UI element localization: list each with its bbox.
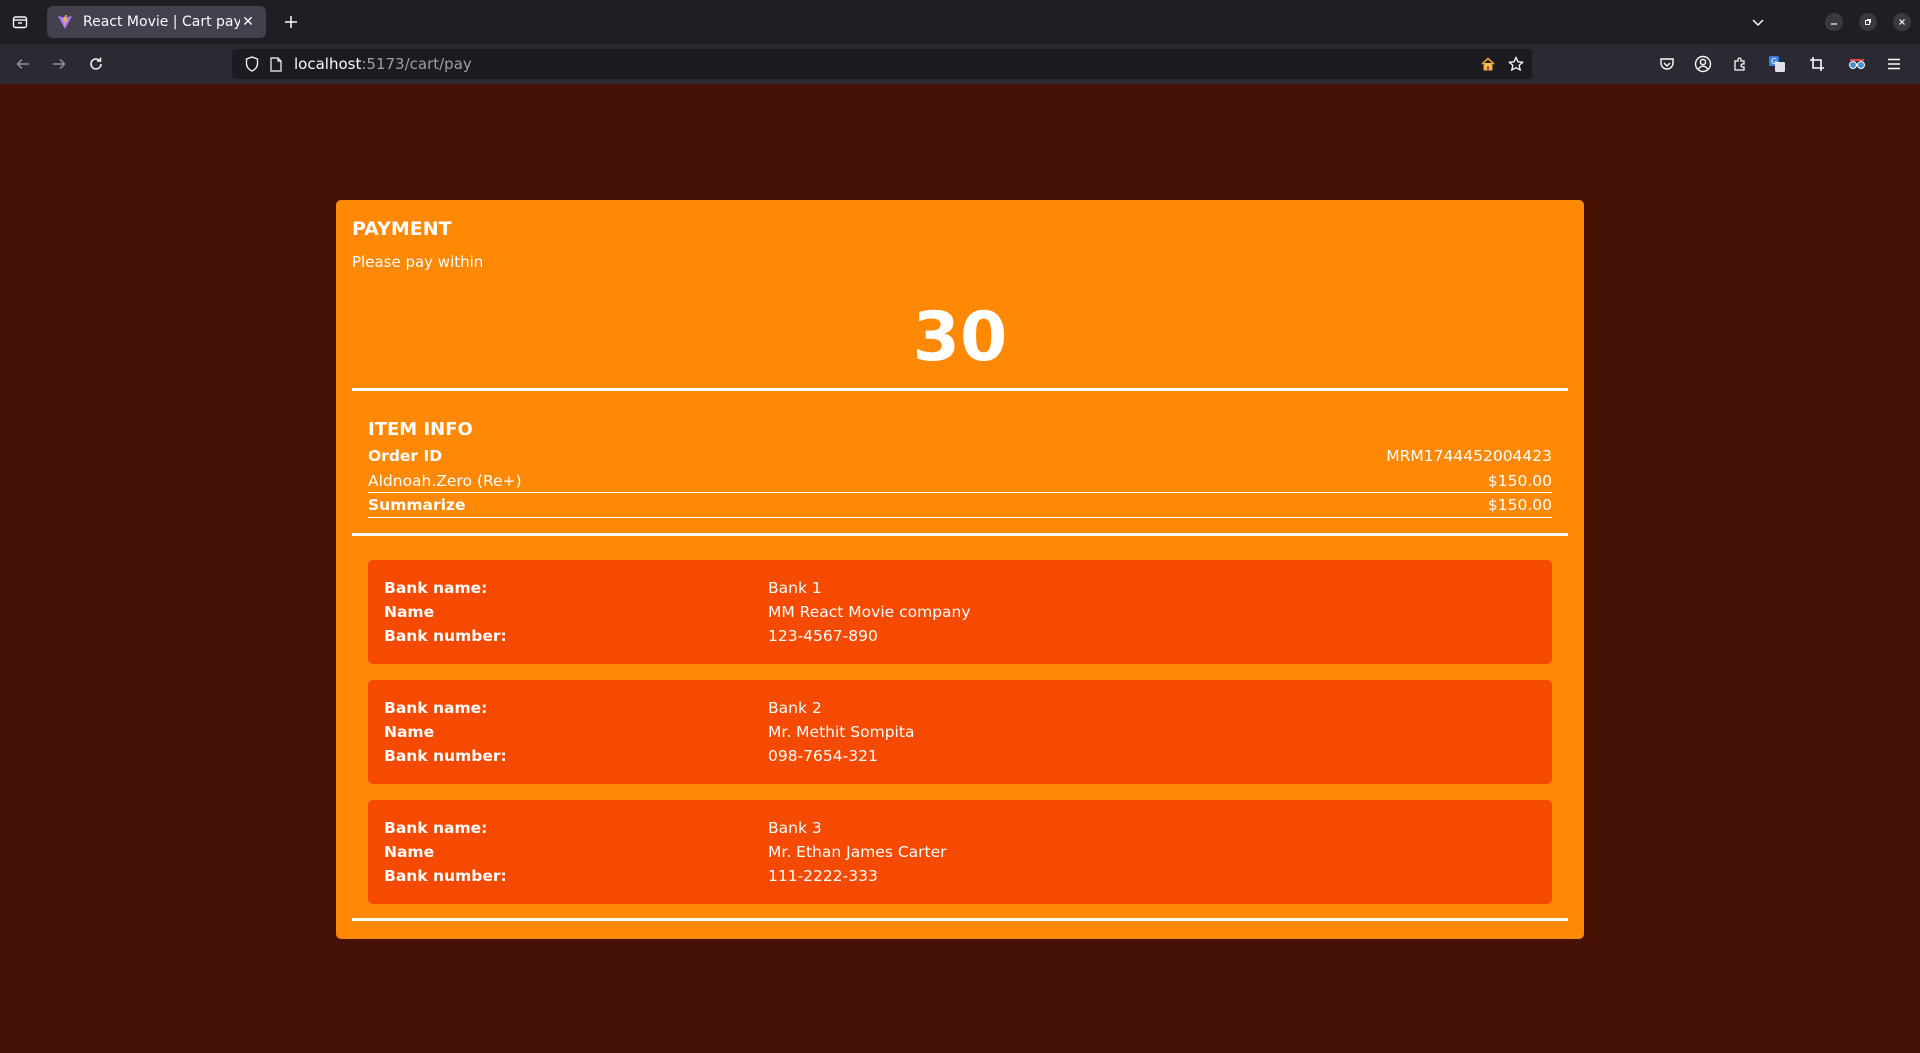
account-name-label: Name <box>384 603 435 621</box>
bank-card: Bank name: Bank 2 Name Mr. Methit Sompita … <box>368 680 1552 784</box>
bank-name-label: Bank name: <box>384 579 488 597</box>
account-name-value: Mr. Ethan James Carter <box>768 843 947 861</box>
payment-title: PAYMENT <box>352 218 452 240</box>
bank-list: Bank name: Bank 1 Name MM React Movie comp… <box>368 560 1552 920</box>
bookmark-star-icon[interactable] <box>1508 56 1524 72</box>
browser-tab[interactable]: React Movie | Cart pay ✕ <box>47 6 266 38</box>
home-icon[interactable] <box>1480 56 1496 72</box>
bank-name-label: Bank name: <box>384 819 488 837</box>
account-name-value: MM React Movie company <box>768 603 971 621</box>
item-info-title: ITEM INFO <box>368 419 473 440</box>
browser-tab-bar: React Movie | Cart pay ✕ <box>0 0 1920 44</box>
bank-number-value: 098-7654-321 <box>768 747 878 765</box>
item-name: Aldnoah.Zero (Re+) <box>368 471 522 490</box>
new-tab-icon[interactable] <box>279 10 303 34</box>
url-host: localhost <box>294 55 362 73</box>
countdown-timer: 30 <box>912 298 1008 377</box>
back-icon[interactable] <box>11 52 35 76</box>
order-id-label: Order ID <box>368 447 443 465</box>
bank-card: Bank name: Bank 3 Name Mr. Ethan James Car… <box>368 800 1552 904</box>
reload-icon[interactable] <box>84 52 108 76</box>
crop-icon[interactable] <box>1807 54 1827 74</box>
account-icon[interactable] <box>1693 54 1713 74</box>
divider <box>352 918 1568 921</box>
translate-icon[interactable]: G <box>1767 54 1787 74</box>
item-price: $150.00 <box>1487 471 1552 490</box>
address-bar[interactable]: localhost:5173/cart/pay <box>232 49 1532 79</box>
vite-favicon-icon <box>58 15 72 29</box>
list-all-tabs-icon[interactable] <box>1746 10 1770 34</box>
summary-row: Summarize $150.00 <box>368 493 1552 518</box>
bank-card: Bank name: Bank 1 Name MM React Movie comp… <box>368 560 1552 664</box>
browser-nav-bar: localhost:5173/cart/pay G <box>0 44 1920 84</box>
summary-value: $150.00 <box>1487 496 1552 514</box>
bank-name-label: Bank name: <box>384 699 488 717</box>
bank-number-value: 123-4567-890 <box>768 627 878 645</box>
page-info-icon[interactable] <box>268 56 284 72</box>
tab-overview-icon[interactable] <box>0 0 40 44</box>
bank-number-value: 111-2222-333 <box>768 867 878 885</box>
extensions-icon[interactable] <box>1730 54 1750 74</box>
item-row: Aldnoah.Zero (Re+) $150.00 <box>368 469 1552 493</box>
url-path: :5173/cart/pay <box>361 55 472 73</box>
bank-name-value: Bank 3 <box>768 819 822 837</box>
minimize-icon[interactable] <box>1825 13 1843 31</box>
divider <box>352 388 1568 391</box>
tab-title: React Movie | Cart pay <box>83 14 240 30</box>
account-name-value: Mr. Methit Sompita <box>768 723 915 741</box>
summary-label: Summarize <box>368 496 466 514</box>
menu-icon[interactable] <box>1884 54 1904 74</box>
forward-icon[interactable] <box>47 52 71 76</box>
payment-subtitle: Please pay within <box>352 253 484 271</box>
order-id-row: Order ID MRM1744452004423 <box>368 444 1552 469</box>
url-text: localhost:5173/cart/pay <box>294 49 472 79</box>
divider <box>352 533 1568 536</box>
pocket-icon[interactable] <box>1657 54 1677 74</box>
extension-glasses-icon[interactable] <box>1847 54 1867 74</box>
order-id-value: MRM1744452004423 <box>1386 447 1552 465</box>
account-name-label: Name <box>384 843 435 861</box>
tracking-protection-icon[interactable] <box>244 56 260 72</box>
restore-icon[interactable] <box>1859 13 1877 31</box>
svg-text:G: G <box>1771 57 1777 66</box>
bank-name-value: Bank 1 <box>768 579 822 597</box>
payment-card: PAYMENT Please pay within 30 ITEM INFO O… <box>336 200 1584 939</box>
close-window-icon[interactable] <box>1893 13 1911 31</box>
bank-number-label: Bank number: <box>384 627 507 645</box>
close-tab-icon[interactable]: ✕ <box>240 14 256 30</box>
account-name-label: Name <box>384 723 435 741</box>
item-info-section: ITEM INFO Order ID MRM1744452004423 Aldn… <box>368 416 1552 518</box>
bank-name-value: Bank 2 <box>768 699 822 717</box>
bank-number-label: Bank number: <box>384 747 507 765</box>
bank-number-label: Bank number: <box>384 867 507 885</box>
